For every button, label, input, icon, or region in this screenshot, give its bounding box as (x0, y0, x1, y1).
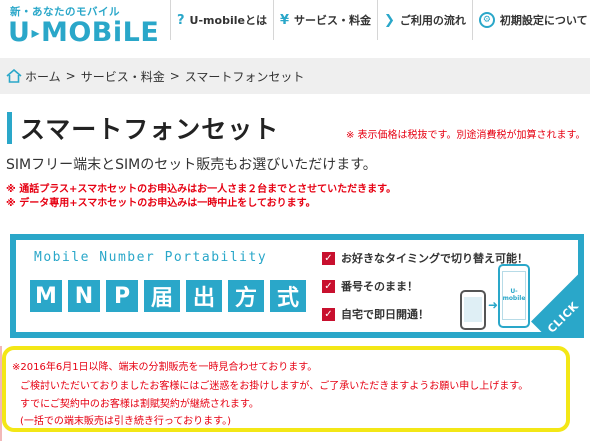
notice-line: (一括での端末販売は引き続き行っております。) (20, 416, 232, 427)
mnp-title-char: 届 (144, 280, 180, 312)
nav-label: サービス・料金 (294, 14, 371, 27)
mnp-banner[interactable]: Mobile Number Portability M N P 届 出 方 式 … (10, 234, 584, 338)
breadcrumb: ホーム > サービス・料金 > スマートフォンセット (0, 58, 590, 94)
breadcrumb-separator: > (65, 69, 76, 83)
check-icon: ✓ (322, 251, 335, 265)
mnp-title-char: 式 (270, 280, 306, 312)
breadcrumb-current: スマートフォンセット (184, 69, 305, 84)
lead-text: SIMフリー端末とSIMのセット販売もお選びいただけます。 (6, 157, 377, 173)
nav-label: 初期設定について (499, 14, 588, 27)
mnp-subtitle: Mobile Number Portability (34, 250, 268, 265)
global-nav: ? U-mobileとは ¥ サービス・料金 ❯ ご利用の流れ ⚙ 初期設定につ… (170, 0, 594, 40)
warning-call-plus: ※ 通話プラス+スマホセットのお申込みはお一人さま２台までとさせていただきます。 (6, 184, 397, 195)
warning-data-only: ※ データ専用+スマホセットのお申込みは一時中止をしております。 (6, 198, 316, 209)
site-header: 新・あなたのモバイル U▸MOBiLE ? U-mobileとは ¥ サービス・… (0, 0, 600, 52)
tax-note: ※ 表示価格は税抜です。別途消費税が加算されます。 (346, 130, 586, 141)
mnp-title-char: N (68, 280, 100, 312)
breadcrumb-separator: > (169, 69, 180, 83)
nav-item-setup[interactable]: ⚙ 初期設定について (471, 0, 594, 40)
notice-line: ご検討いただいておりましたお客様にはご迷惑をお掛けしますが、ご了承いただきますよ… (20, 381, 529, 392)
gear-icon: ⚙ (478, 12, 495, 28)
logo-u: U (8, 17, 31, 48)
mnp-title: M N P 届 出 方 式 (30, 280, 306, 312)
logo-arrow-icon: ▸ (31, 23, 40, 42)
yen-icon: ¥ (279, 12, 289, 28)
benefit-text: 番号そのまま！ (341, 280, 418, 293)
u-mobile-logo[interactable]: 新・あなたのモバイル U▸MOBiLE (6, 2, 159, 48)
title-accent-bar (7, 112, 12, 144)
mnp-title-char: 方 (228, 280, 264, 312)
old-phone-icon (460, 290, 486, 330)
nav-label: U-mobileとは (189, 14, 267, 27)
notice-line: ※2016年6月1日以降、端末の分割販売を一時見合わせております。 (12, 362, 318, 373)
nav-label: ご利用の流れ (399, 14, 466, 27)
home-icon (6, 69, 22, 83)
breadcrumb-service[interactable]: サービス・料金 (81, 68, 165, 85)
mnp-title-char: M (30, 280, 62, 312)
logo-wordmark: U▸MOBiLE (8, 17, 159, 48)
check-icon: ✓ (322, 279, 335, 293)
phone-brand-label: U-mobile (502, 288, 526, 302)
check-icon: ✓ (322, 307, 335, 321)
nav-item-flow[interactable]: ❯ ご利用の流れ (377, 0, 472, 40)
logo-mobile: MOBiLE (40, 17, 160, 48)
mnp-title-char: P (106, 280, 138, 312)
umobile-phone-icon: U-mobile (498, 264, 530, 328)
mnp-banner-body: Mobile Number Portability M N P 届 出 方 式 … (16, 240, 578, 332)
installment-notice: ※2016年6月1日以降、端末の分割販売を一時見合わせております。 ご検討いただ… (2, 346, 570, 432)
notice-line: すでにご契約中のお客様は割賦契約が継続されます。 (20, 399, 259, 410)
benefit-text: 自宅で即日開通！ (341, 308, 429, 321)
mnp-title-char: 出 (186, 280, 222, 312)
switch-arrow-icon: ➜ (488, 298, 499, 312)
arrow-right-icon: ❯ (384, 12, 395, 28)
page-title: スマートフォンセット (20, 115, 280, 144)
breadcrumb-home[interactable]: ホーム (25, 68, 61, 85)
nav-item-about[interactable]: ? U-mobileとは (170, 0, 273, 40)
question-icon: ? (177, 12, 185, 28)
nav-item-service[interactable]: ¥ サービス・料金 (272, 0, 377, 40)
